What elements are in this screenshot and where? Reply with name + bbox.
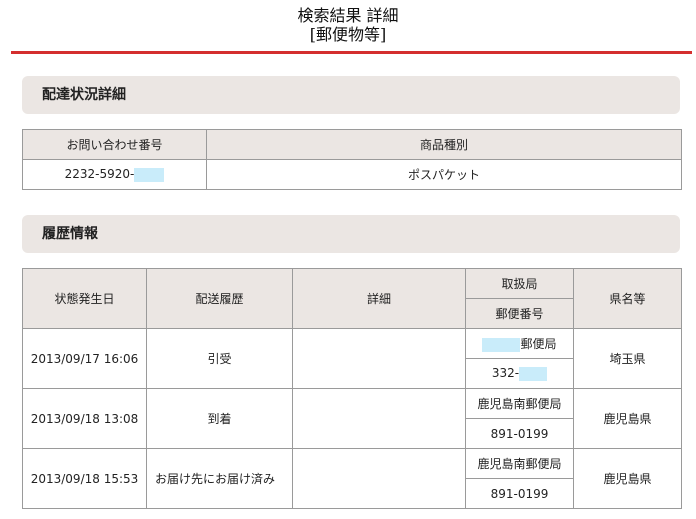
redaction-mask	[134, 167, 165, 182]
column-header-date: 状態発生日	[22, 268, 147, 329]
column-header-prefecture: 県名等	[573, 268, 682, 329]
history-event: お届け先にお届け済み	[146, 448, 293, 509]
tracking-number-cell: 2232-5920-	[22, 159, 207, 190]
history-postal-code: 891-0199	[465, 418, 574, 449]
history-detail	[292, 388, 466, 449]
history-postal-code: 891-0199	[465, 478, 574, 509]
delivery-status-table: お問い合わせ番号 商品種別 2232-5920- ポスパケット	[22, 129, 682, 190]
table-row: 2013/09/17 16:06 引受 郵便局 埼玉県	[22, 328, 682, 389]
history-event: 到着	[146, 388, 293, 449]
history-date: 2013/09/18 13:08	[22, 388, 147, 449]
redaction-mask	[519, 366, 548, 381]
tracking-number: 2232-5920-	[64, 167, 135, 182]
column-header-tracking-number: お問い合わせ番号	[22, 129, 207, 160]
column-header-event: 配送履歴	[146, 268, 293, 329]
table-row: 2013/09/18 15:53 お届け先にお届け済み 鹿児島南郵便局 鹿児島県	[22, 448, 682, 509]
section-heading-delivery-status: 配達状況詳細	[22, 76, 680, 114]
history-office: 郵便局	[520, 337, 557, 351]
history-postal-code: 332-	[491, 366, 520, 381]
history-prefecture: 埼玉県	[573, 328, 682, 389]
table-row: 2232-5920- ポスパケット	[22, 159, 682, 190]
history-event: 引受	[146, 328, 293, 389]
column-header-office: 取扱局	[465, 268, 574, 299]
history-detail	[292, 448, 466, 509]
column-header-product-type: 商品種別	[206, 129, 682, 160]
table-row: 2013/09/18 13:08 到着 鹿児島南郵便局 鹿児島県	[22, 388, 682, 449]
product-type: ポスパケット	[206, 159, 682, 190]
column-header-postal-code: 郵便番号	[465, 298, 574, 329]
redaction-mask	[482, 337, 521, 352]
history-date: 2013/09/18 15:53	[22, 448, 147, 509]
column-header-detail: 詳細	[292, 268, 466, 329]
table-header-row: お問い合わせ番号 商品種別	[22, 129, 682, 160]
section-heading-history: 履歴情報	[22, 215, 680, 253]
history-office-cell: 郵便局	[465, 328, 574, 359]
title-divider	[11, 51, 692, 54]
history-postal-code-cell: 332-	[465, 358, 574, 389]
history-table: 状態発生日 配送履歴 詳細 取扱局 県名等 郵便番号 2013/09/17 16…	[22, 268, 682, 509]
history-detail	[292, 328, 466, 389]
history-prefecture: 鹿児島県	[573, 448, 682, 509]
page-title-main: 検索結果 詳細	[297, 6, 399, 25]
page-title-sub: [郵便物等]	[309, 25, 387, 44]
page-title: 検索結果 詳細 [郵便物等]	[0, 6, 696, 44]
history-prefecture: 鹿児島県	[573, 388, 682, 449]
history-office: 鹿児島南郵便局	[465, 388, 574, 419]
table-header-row: 状態発生日 配送履歴 詳細 取扱局 県名等	[22, 268, 682, 329]
history-date: 2013/09/17 16:06	[22, 328, 147, 389]
history-office: 鹿児島南郵便局	[465, 448, 574, 479]
